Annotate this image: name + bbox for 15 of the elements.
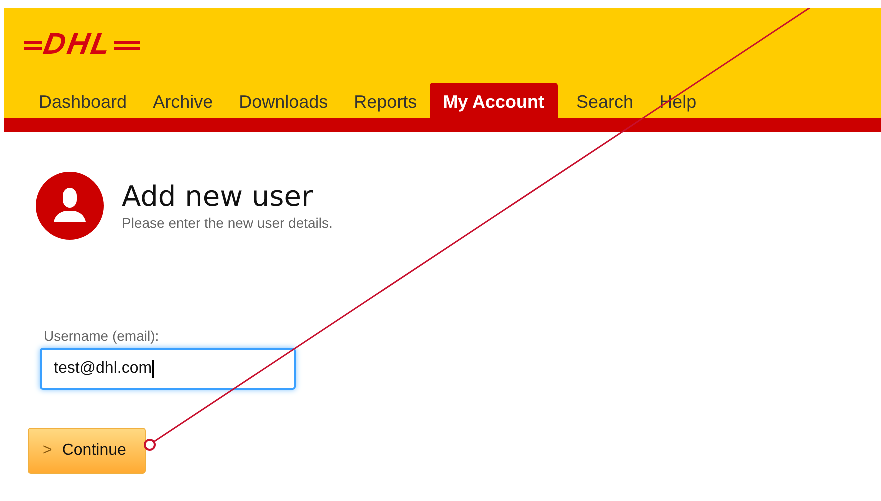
nav-tab[interactable]: Archive — [140, 83, 226, 118]
field-label: Username (email): — [44, 328, 160, 344]
username-field[interactable]: test@dhl.com — [40, 348, 296, 390]
logo: DHL — [41, 30, 114, 60]
nav-tab[interactable]: Reports — [341, 83, 430, 118]
user-avatar-icon — [36, 172, 104, 240]
nav-tab[interactable]: Dashboard — [26, 83, 140, 118]
page-title: Add new user — [122, 181, 314, 213]
nav-tab[interactable]: Downloads — [226, 83, 342, 118]
continue-button[interactable]: > Continue — [28, 428, 146, 474]
nav-tab[interactable]: Search — [564, 83, 647, 118]
page-subtitle: Please enter the new user details. — [122, 215, 333, 231]
logo-stripes-icon — [24, 39, 42, 51]
logo-stripes-icon — [114, 39, 140, 51]
nav-tab[interactable]: My Account — [430, 83, 558, 118]
